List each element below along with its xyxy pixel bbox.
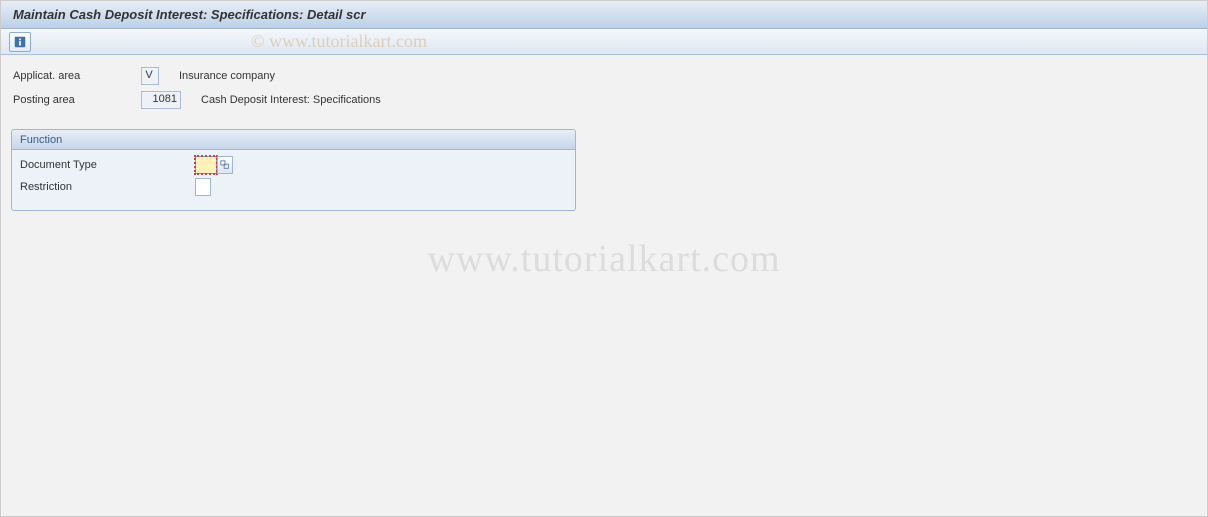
restriction-input[interactable] <box>195 178 211 196</box>
function-group: Function Document Type Restriction <box>11 129 576 211</box>
restriction-row: Restriction <box>20 176 567 198</box>
applicat-area-desc: Insurance company <box>179 70 275 82</box>
applicat-area-field[interactable]: V <box>141 67 159 85</box>
applicat-area-row: Applicat. area V Insurance company <box>11 65 1197 87</box>
info-icon <box>13 35 27 49</box>
document-type-label: Document Type <box>20 159 195 171</box>
page-title-bar: Maintain Cash Deposit Interest: Specific… <box>1 1 1207 29</box>
info-button[interactable] <box>9 32 31 52</box>
watermark-main: www.tutorialkart.com <box>427 237 780 281</box>
posting-area-desc: Cash Deposit Interest: Specifications <box>201 94 381 106</box>
posting-area-label: Posting area <box>11 94 141 106</box>
restriction-label: Restriction <box>20 181 195 193</box>
document-type-input[interactable] <box>195 156 217 174</box>
page-title: Maintain Cash Deposit Interest: Specific… <box>13 7 366 22</box>
toolbar <box>1 29 1207 55</box>
applicat-area-label: Applicat. area <box>11 70 141 82</box>
search-help-icon <box>220 160 230 170</box>
document-type-row: Document Type <box>20 154 567 176</box>
function-group-body: Document Type Restriction <box>12 150 575 210</box>
content-area: Applicat. area V Insurance company Posti… <box>1 55 1207 221</box>
document-type-search-button[interactable] <box>217 156 233 174</box>
function-group-title: Function <box>12 130 575 150</box>
posting-area-row: Posting area 1081 Cash Deposit Interest:… <box>11 89 1197 111</box>
posting-area-field[interactable]: 1081 <box>141 91 181 109</box>
